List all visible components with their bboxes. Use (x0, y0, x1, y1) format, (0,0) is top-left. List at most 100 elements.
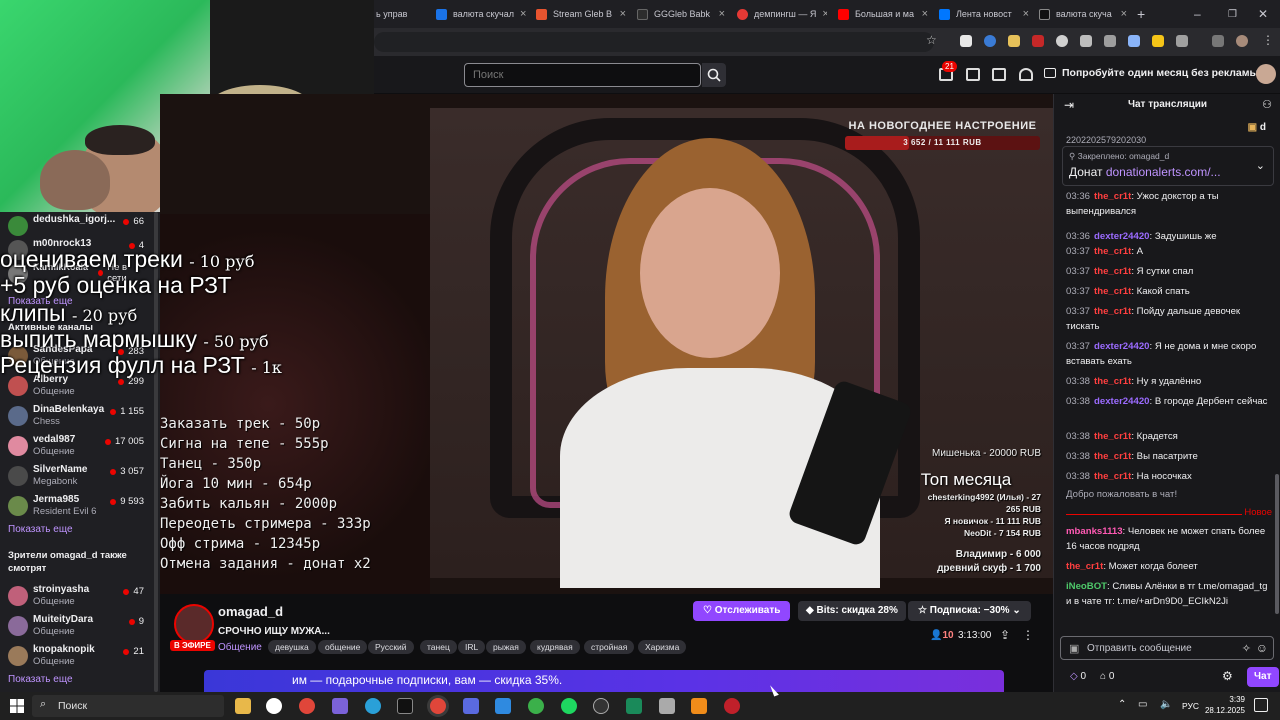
profile-avatar[interactable] (1236, 35, 1248, 47)
restore-icon[interactable]: ❐ (1228, 4, 1237, 24)
app-icon[interactable] (724, 698, 740, 714)
stream-tag[interactable]: танец (420, 640, 457, 654)
browser-tab[interactable]: GGGleb Babk × (637, 4, 725, 24)
close-icon[interactable]: × (922, 8, 928, 20)
chat-input[interactable]: ▣ Отправить сообщение ✧ ☺ (1060, 636, 1274, 660)
channel-item[interactable]: vedal987 Общение 17 005 (8, 432, 152, 460)
telegram-icon[interactable] (365, 698, 381, 714)
chrome-icon[interactable] (299, 698, 315, 714)
channel-item[interactable]: stroinyasha Общение 47 (8, 582, 152, 610)
chrome-active-icon[interactable] (430, 698, 446, 714)
app-icon[interactable] (626, 698, 642, 714)
search-button[interactable] (702, 63, 726, 87)
ad-free-promo[interactable]: Попробуйте один месяц без рекламы (1044, 67, 1258, 79)
taskbar-search[interactable]: ⌕ Поиск (32, 695, 224, 717)
inbox-icon[interactable] (966, 68, 980, 81)
close-icon[interactable]: × (1121, 8, 1127, 20)
extension-icon[interactable] (984, 35, 996, 47)
close-icon[interactable]: × (1023, 8, 1029, 20)
follow-button[interactable]: ♡ Отслеживать (693, 601, 791, 621)
network-icon[interactable]: ▭ (1138, 699, 1147, 710)
message-username[interactable]: the_cr1t (1094, 431, 1131, 442)
message-username[interactable]: the_cr1t (1094, 376, 1131, 387)
browser-tab[interactable]: ь управ (376, 4, 416, 24)
close-icon[interactable]: × (520, 8, 526, 20)
close-icon[interactable]: × (719, 8, 725, 20)
message-username[interactable]: the_cr1t (1094, 286, 1131, 297)
file-explorer-icon[interactable] (235, 698, 251, 714)
tab-search-icon[interactable] (1212, 35, 1224, 47)
spotify-icon[interactable] (561, 698, 577, 714)
stream-tag[interactable]: IRL (458, 640, 486, 654)
channel-item[interactable]: DinaBelenkaya Chess 1 155 (8, 402, 152, 430)
share-icon[interactable]: ⇪ (1000, 628, 1010, 642)
stream-tag[interactable]: Харизма (638, 640, 687, 654)
window-close-icon[interactable]: ✕ (1258, 4, 1268, 24)
browser-menu-icon[interactable]: ⋮ (1262, 33, 1274, 47)
browser-tab[interactable]: Stream Gleb B × (536, 4, 626, 24)
language-indicator[interactable]: РУС (1182, 701, 1199, 711)
send-chat-button[interactable]: Чат (1247, 667, 1279, 687)
tray-chevron-icon[interactable]: ⌃ (1118, 699, 1126, 710)
new-tab-button[interactable]: + (1137, 4, 1151, 24)
message-username[interactable]: the_cr1t (1094, 451, 1131, 462)
stream-tag[interactable]: девушка (268, 640, 316, 654)
browser-tab[interactable]: демпингш — Я × (737, 4, 827, 24)
message-username[interactable]: mbanks1113 (1066, 526, 1123, 537)
stream-tag[interactable]: стройная (584, 640, 635, 654)
channel-points[interactable]: ◇ 0 (1070, 671, 1086, 682)
whispers-icon[interactable] (992, 68, 1006, 81)
browser-tab[interactable]: валюта скуча × (1039, 4, 1127, 24)
user-avatar[interactable] (1256, 64, 1276, 84)
gift-row[interactable]: ▣ d (1248, 122, 1266, 133)
message-username[interactable]: dexter24420 (1094, 396, 1149, 407)
chevron-down-icon[interactable]: ⌄ (1256, 159, 1265, 172)
emote-icon[interactable]: ☺ (1256, 641, 1268, 655)
extension-icon[interactable] (1128, 35, 1140, 47)
more-options-icon[interactable]: ⋮ (1022, 628, 1034, 642)
app-icon[interactable] (659, 698, 675, 714)
message-username[interactable]: the_cr1t (1094, 266, 1131, 277)
message-username[interactable]: dexter24420 (1094, 231, 1149, 242)
windows-start-icon[interactable] (10, 699, 24, 713)
users-icon[interactable]: ⚇ (1262, 98, 1272, 111)
stream-tag[interactable]: общение (318, 640, 368, 654)
vlc-icon[interactable] (691, 698, 707, 714)
stream-tag[interactable]: Русский (368, 640, 414, 654)
extension-icon[interactable] (1152, 35, 1164, 47)
chat-scrollbar[interactable] (1275, 474, 1279, 614)
gear-icon[interactable]: ⚙ (1222, 669, 1233, 683)
vscode-icon[interactable] (495, 698, 511, 714)
address-field[interactable] (374, 32, 934, 52)
show-more-link[interactable]: Показать еще (8, 674, 73, 685)
yandex-icon[interactable] (266, 698, 282, 714)
stream-category[interactable]: Общение (218, 642, 262, 653)
extension-icon[interactable] (1104, 35, 1116, 47)
message-username[interactable]: dexter24420 (1094, 341, 1149, 352)
channel-item[interactable]: SilverName Megabonk 3 057 (8, 462, 152, 490)
app-icon[interactable] (397, 698, 413, 714)
streamer-avatar[interactable] (174, 604, 214, 644)
extension-icon[interactable] (960, 35, 972, 47)
puzzle-icon[interactable] (1176, 35, 1188, 47)
search-input[interactable] (464, 63, 701, 87)
taskbar-clock[interactable]: 3:39 28.12.2025 (1205, 694, 1245, 716)
sparkle-icon[interactable]: ✧ (1242, 642, 1251, 655)
close-icon[interactable]: × (620, 8, 626, 20)
pinned-message[interactable]: ⚲ Закреплено: omagad_d Донат donationale… (1062, 146, 1274, 186)
show-more-link[interactable]: Показать еще (8, 524, 73, 535)
message-username[interactable]: the_cr1t (1094, 246, 1131, 257)
video-player[interactable]: НА НОВОГОДНЕЕ НАСТРОЕНИЕ 3 652 / 11 111 … (160, 94, 1053, 594)
stream-tag[interactable]: кудрявая (530, 640, 580, 654)
bits-button[interactable]: ◆ Bits: скидка 28% (798, 601, 906, 621)
promo-banner[interactable]: им — подарочные подписки, вам — скидка 3… (204, 670, 1004, 692)
message-username[interactable]: the_cr1t (1094, 306, 1131, 317)
browser-tab[interactable]: Лента новост × (939, 4, 1029, 24)
bookmark-star-icon[interactable]: ☆ (926, 33, 938, 47)
extension-icon[interactable] (1032, 35, 1044, 47)
crown-icon[interactable] (1019, 68, 1033, 81)
message-username[interactable]: the_cr1t (1094, 471, 1131, 482)
pinned-link[interactable]: donationalerts.com/... (1106, 165, 1221, 179)
message-username[interactable]: the_cr1t (1094, 191, 1131, 202)
channel-item[interactable]: Jerma985 Resident Evil 6 9 593 (8, 492, 152, 520)
